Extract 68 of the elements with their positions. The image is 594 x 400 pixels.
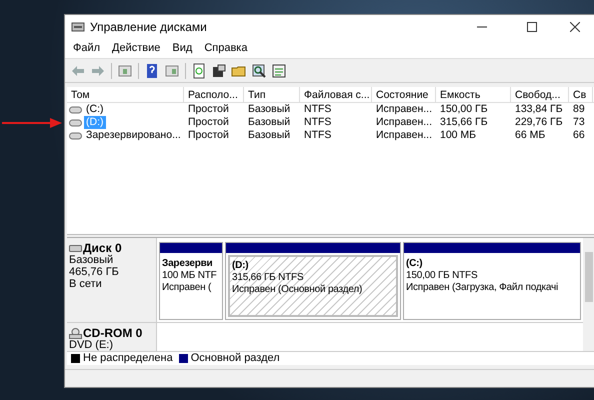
partition-size: 100 МБ NTF — [162, 270, 218, 282]
table-cell-text: 66 МБ — [514, 129, 546, 142]
table-cell-text: 133,84 ГБ — [514, 103, 564, 116]
partition-title: (D:) — [232, 260, 250, 272]
disk-info: В сети — [69, 278, 103, 290]
window-title: Управление дисками — [90, 19, 207, 36]
disk-management-icon — [71, 21, 85, 33]
partition-bar — [160, 243, 222, 253]
table-cell-text: NTFS — [303, 116, 332, 129]
drive-icon — [69, 106, 82, 114]
checklist-icon[interactable] — [270, 62, 288, 80]
table-cell-text: 73 — [572, 116, 586, 129]
table-cell-text: Исправен... — [375, 103, 434, 116]
disk-info: Базовый — [69, 254, 114, 266]
column-header[interactable]: Емкость — [436, 87, 511, 102]
legend-label: Основной раздел — [190, 351, 280, 366]
table-cell-text: 150,00 ГБ — [439, 103, 489, 116]
disk-info: DVD (E:) — [69, 339, 114, 351]
column-header[interactable]: Свобод... — [511, 87, 569, 102]
disk-name: Диск 0 — [83, 242, 122, 254]
legend-label: Не распределена — [83, 351, 173, 366]
column-header[interactable]: Тип — [244, 87, 300, 102]
table-cell-text: Базовый — [247, 103, 292, 116]
maximize-icon — [527, 22, 537, 32]
table-cell-text: 315,66 ГБ — [439, 116, 489, 129]
partition-status: Исправен (Основной раздел) — [232, 284, 364, 296]
drive-icon — [69, 118, 82, 126]
column-header[interactable]: Файловая с... — [300, 87, 372, 102]
drive-icon — [69, 132, 82, 140]
table-cell-text: Базовый — [247, 129, 292, 142]
magnifier-icon[interactable] — [250, 62, 268, 80]
column-header[interactable]: Св — [569, 87, 593, 102]
menu-item[interactable]: Справка — [200, 40, 252, 57]
close-icon — [570, 22, 580, 32]
table-cell-text: Базовый — [247, 116, 292, 129]
table-cell-text: 100 МБ — [439, 129, 478, 142]
table-cell-text: 66 — [572, 129, 586, 142]
partition-block[interactable]: Зарезерви 100 МБ NTF Исправен ( — [159, 242, 223, 320]
table-cell-text: NTFS — [303, 129, 332, 142]
column-header[interactable]: Располо... — [184, 87, 244, 102]
arrow-pointer — [2, 118, 62, 128]
disk-name: CD-ROM 0 — [83, 327, 142, 339]
table-cell-text: Исправен... — [375, 116, 434, 129]
column-header[interactable]: Состояние — [372, 87, 436, 102]
menu-item[interactable]: Действие — [108, 40, 164, 57]
partition-title: (C:) — [406, 258, 424, 270]
table-cell-text: Простой — [187, 103, 230, 116]
properties-icon[interactable] — [210, 62, 228, 80]
table-cell-text: Простой — [187, 116, 230, 129]
partition-status: Исправен ( — [162, 282, 212, 294]
menu-item[interactable]: Файл — [69, 40, 104, 57]
scrollbar[interactable] — [583, 238, 594, 351]
disk-info: 465,76 ГБ — [69, 266, 120, 278]
table-cell-text: Исправен... — [375, 129, 434, 142]
partition-block[interactable]: (C:) 150,00 ГБ NTFS Исправен (Загрузка, Файл подкачі — [403, 242, 581, 320]
partition-title: Зарезерви — [162, 258, 214, 270]
column-header[interactable]: Том — [67, 87, 184, 102]
volume-name[interactable]: (C:) — [84, 103, 106, 116]
partition-block[interactable]: (D:) 315,66 ГБ NTFS Исправен (Основной раздел) — [225, 242, 401, 320]
volume-name[interactable]: Зарезервировано... — [84, 129, 183, 142]
table-cell-text: NTFS — [303, 103, 332, 116]
menu-item[interactable]: Вид — [168, 40, 196, 57]
partition-status: Исправен (Загрузка, Файл подкачі — [406, 282, 560, 294]
table-cell-text: Простой — [187, 129, 230, 142]
table-cell-text: 229,76 ГБ — [514, 116, 564, 129]
partition-size: 150,00 ГБ NTFS — [406, 270, 478, 282]
partition-size: 315,66 ГБ NTFS — [232, 272, 304, 284]
table-cell-text: 89 — [572, 103, 586, 116]
